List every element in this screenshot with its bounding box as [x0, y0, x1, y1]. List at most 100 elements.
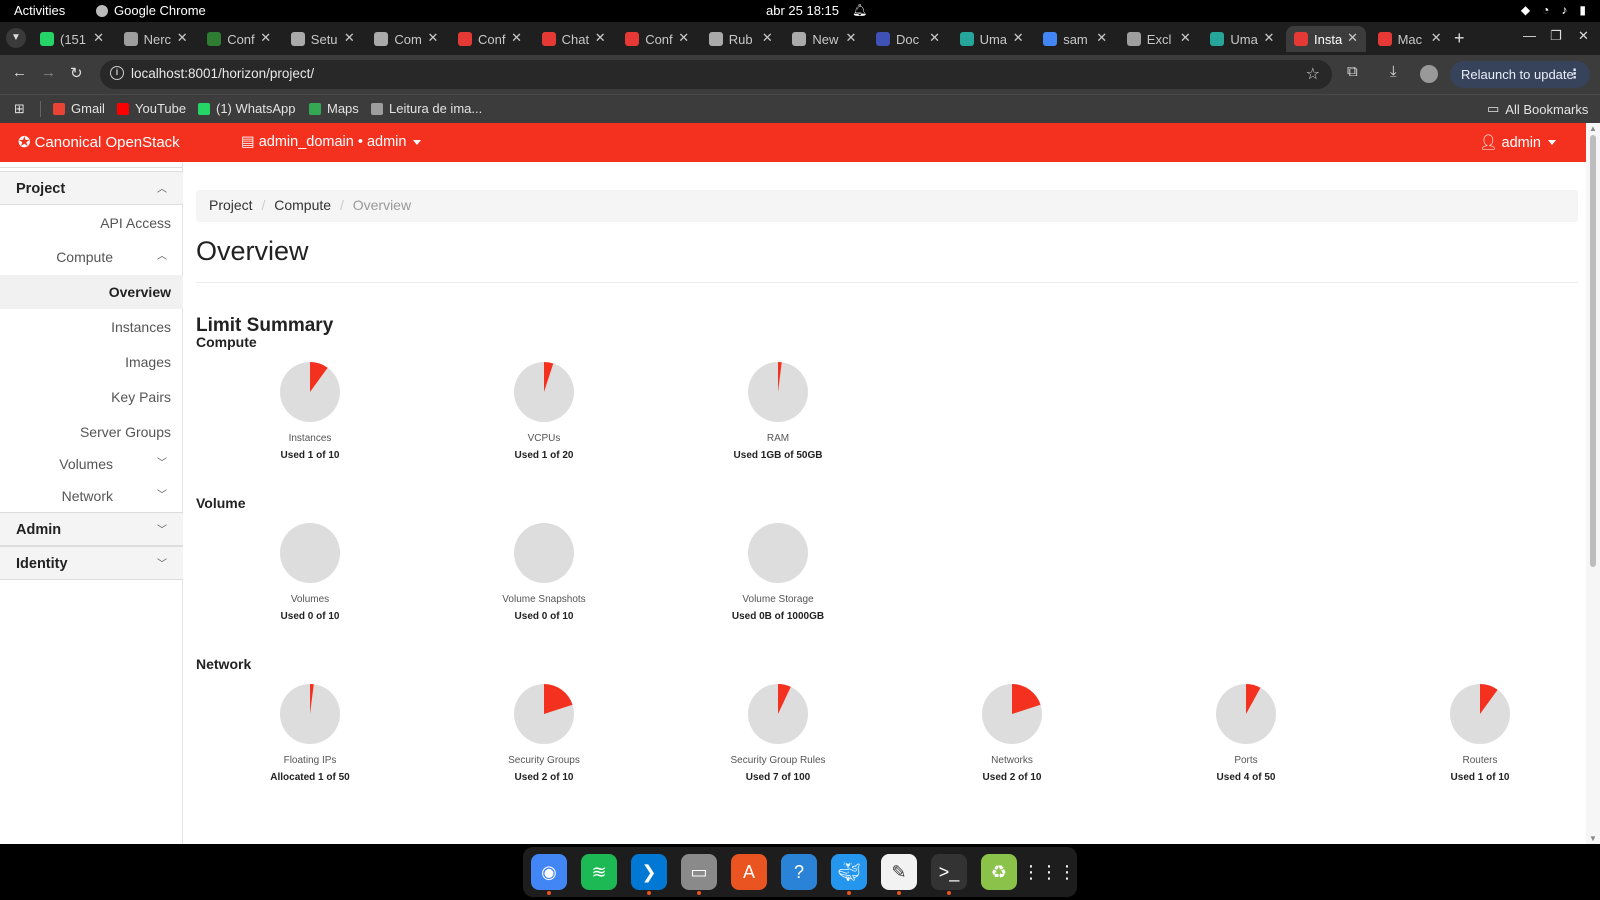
close-tab-icon[interactable]: ✕	[93, 30, 104, 46]
browser-tab[interactable]: Mac ✕	[1370, 26, 1450, 52]
browser-tab[interactable]: Com ✕	[366, 26, 446, 52]
back-icon[interactable]: ←	[12, 64, 27, 81]
activities-button[interactable]: Activities	[14, 3, 65, 18]
close-tab-icon[interactable]: ✕	[845, 30, 856, 46]
system-tray[interactable]: ◆ ◔ ♪ ▮	[1521, 3, 1586, 17]
openstack-navbar: ✪ Canonical OpenStack ▤ admin_domain • a…	[0, 123, 1586, 162]
close-tab-icon[interactable]: ✕	[511, 30, 522, 46]
trash-icon[interactable]: ♻	[981, 854, 1017, 890]
close-window-icon[interactable]: ✕	[1578, 28, 1589, 44]
bookmark-item[interactable]: (1) WhatsApp	[198, 101, 295, 116]
download-icon[interactable]: ⤓	[1390, 63, 1397, 80]
sidebar-item-overview[interactable]: Overview	[0, 275, 183, 309]
browser-tab[interactable]: Uma ✕	[1202, 26, 1282, 52]
sidebar-item-label: Volumes	[59, 456, 113, 472]
browser-tab[interactable]: Uma ✕	[952, 26, 1032, 52]
apps-grid-icon[interactable]: ⊞	[14, 101, 25, 117]
relaunch-to-update-button[interactable]: Relaunch to update ⋮	[1450, 61, 1590, 88]
scroll-up-icon[interactable]: ▲	[1589, 124, 1597, 133]
browser-tab[interactable]: Conf ✕	[617, 26, 697, 52]
chrome-icon[interactable]: ◉	[531, 854, 567, 895]
terminal-icon[interactable]: >_	[931, 854, 967, 895]
close-tab-icon[interactable]: ✕	[1180, 30, 1191, 46]
bookmark-item[interactable]: Maps	[309, 101, 359, 116]
spotify-icon[interactable]: ≋	[581, 854, 617, 890]
user-icon: 👤︎	[1479, 135, 1498, 151]
sidebar-section-admin[interactable]: Admin ﹀	[0, 512, 183, 546]
files-icon[interactable]: ▭	[681, 854, 717, 895]
sidebar-section-label: Project	[16, 181, 66, 197]
sidebar-item-key-pairs[interactable]: Key Pairs	[0, 380, 183, 414]
new-tab-button[interactable]: +	[1454, 28, 1465, 49]
sidebar-item-instances[interactable]: Instances	[0, 310, 183, 344]
sidebar-item-images[interactable]: Images	[0, 345, 183, 379]
focused-app-menu[interactable]: Google Chrome	[96, 3, 206, 18]
text-editor-icon[interactable]: ✎	[881, 854, 917, 895]
sidebar-section-identity[interactable]: Identity ﹀	[0, 546, 183, 580]
more-menu-icon[interactable]: ⋮	[1568, 66, 1581, 82]
browser-tab[interactable]: Conf ✕	[450, 26, 530, 52]
close-tab-icon[interactable]: ✕	[427, 30, 438, 46]
tab-search-button[interactable]: ▼	[6, 28, 26, 48]
address-bar[interactable]: i localhost:8001/horizon/project/ ☆	[100, 60, 1332, 89]
software-store-icon[interactable]: A	[731, 854, 767, 890]
bookmark-item[interactable]: Leitura de ima...	[371, 101, 482, 116]
bookmark-item[interactable]: YouTube	[117, 101, 186, 116]
close-tab-icon[interactable]: ✕	[929, 30, 940, 46]
sidebar-item-server-groups[interactable]: Server Groups	[0, 415, 183, 449]
close-tab-icon[interactable]: ✕	[595, 30, 606, 46]
sidebar-item-api-access[interactable]: API Access	[0, 206, 183, 240]
close-tab-icon[interactable]: ✕	[678, 30, 689, 46]
user-menu[interactable]: 👤︎ admin	[1479, 134, 1556, 151]
browser-tab[interactable]: Rub ✕	[701, 26, 781, 52]
browser-tab[interactable]: Insta ✕	[1286, 26, 1366, 52]
restore-icon[interactable]: ❐	[1550, 28, 1562, 44]
sidebar-item-volumes[interactable]: Volumes ﹀	[0, 448, 183, 480]
bookmark-star-icon[interactable]: ☆	[1306, 64, 1320, 84]
close-tab-icon[interactable]: ✕	[260, 30, 271, 46]
reload-icon[interactable]: ↻	[70, 64, 83, 82]
browser-tab[interactable]: Chat ✕	[534, 26, 614, 52]
scrollbar-thumb[interactable]	[1590, 135, 1596, 567]
browser-tab[interactable]: Nerc ✕	[116, 26, 196, 52]
breadcrumb-compute[interactable]: Compute	[274, 197, 331, 213]
breadcrumb-project[interactable]: Project	[209, 197, 253, 213]
close-tab-icon[interactable]: ✕	[1013, 30, 1024, 46]
close-tab-icon[interactable]: ✕	[177, 30, 188, 46]
forward-icon[interactable]: →	[41, 64, 56, 81]
close-tab-icon[interactable]: ✕	[1347, 30, 1358, 46]
all-bookmarks-button[interactable]: ▭ All Bookmarks	[1487, 101, 1588, 117]
browser-tab[interactable]: sam ✕	[1035, 26, 1115, 52]
browser-tab[interactable]: Setu ✕	[283, 26, 363, 52]
close-tab-icon[interactable]: ✕	[762, 30, 773, 46]
browser-tab[interactable]: Doc ✕	[868, 26, 948, 52]
scroll-down-icon[interactable]: ▼	[1589, 834, 1597, 843]
sidebar-section-project[interactable]: Project ︿	[0, 171, 183, 205]
brand-link[interactable]: ✪ Canonical OpenStack	[18, 133, 180, 152]
docker-tray-icon[interactable]: ◆	[1521, 3, 1530, 17]
sidebar-item-compute[interactable]: Compute ︿	[0, 241, 183, 273]
extensions-icon[interactable]: ⧉	[1347, 63, 1358, 80]
profile-avatar[interactable]	[1420, 65, 1438, 83]
project-selector[interactable]: ▤ admin_domain • admin	[241, 134, 422, 150]
close-tab-icon[interactable]: ✕	[1263, 30, 1274, 46]
vscode-icon[interactable]: ❯	[631, 854, 667, 895]
docker-icon[interactable]: 🐳︎	[831, 854, 867, 895]
limit-pie-routers: Routers Used 1 of 10	[1370, 683, 1590, 783]
close-tab-icon[interactable]: ✕	[344, 30, 355, 46]
help-icon[interactable]: ?	[781, 854, 817, 890]
app-grid-icon[interactable]: ⋮⋮⋮	[1022, 854, 1076, 890]
browser-tab[interactable]: (151 ✕	[32, 26, 112, 52]
minimize-icon[interactable]: —	[1523, 28, 1536, 43]
clock[interactable]: abr 25 18:15	[766, 3, 839, 18]
url-text[interactable]: localhost:8001/horizon/project/	[131, 66, 314, 81]
sidebar-item-network[interactable]: Network ﹀	[0, 480, 183, 512]
browser-tab[interactable]: New ✕	[784, 26, 864, 52]
close-tab-icon[interactable]: ✕	[1431, 30, 1442, 46]
browser-tab[interactable]: Excl ✕	[1119, 26, 1199, 52]
close-tab-icon[interactable]: ✕	[1096, 30, 1107, 46]
tab-favicon-icon	[290, 32, 305, 46]
site-info-icon[interactable]: i	[110, 66, 124, 80]
bookmark-item[interactable]: Gmail	[53, 101, 105, 116]
browser-tab[interactable]: Conf ✕	[199, 26, 279, 52]
